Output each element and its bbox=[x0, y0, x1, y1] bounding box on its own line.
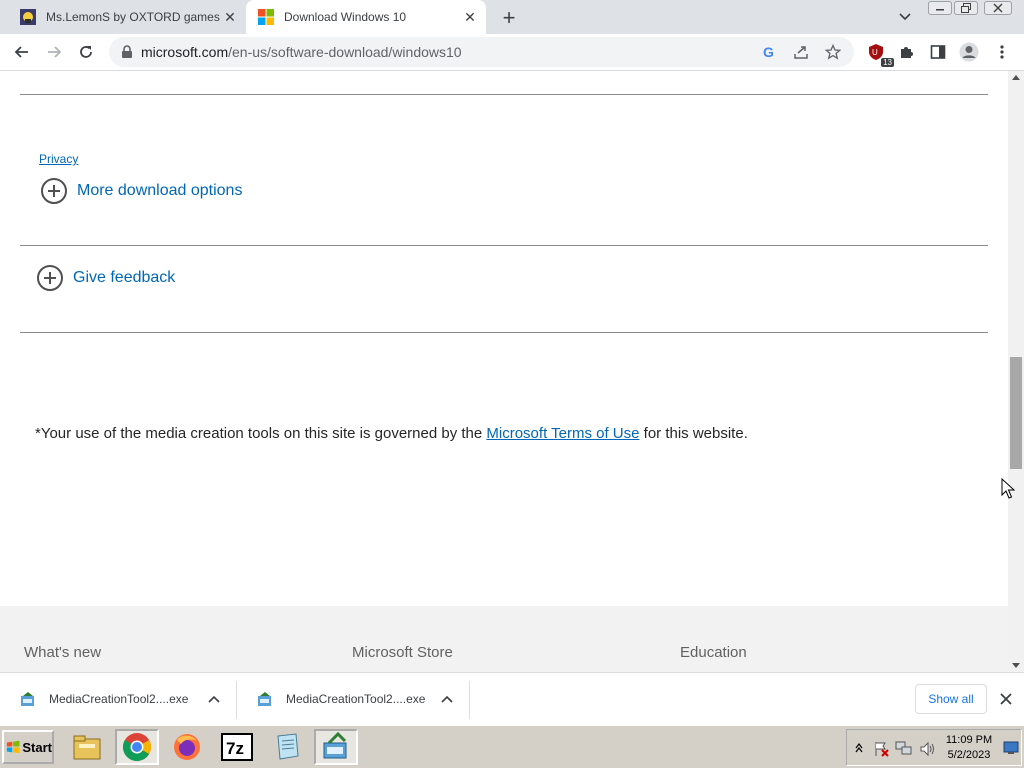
system-tray: 11:09 PM 5/2/2023 bbox=[846, 729, 1022, 766]
divider bbox=[20, 245, 988, 246]
tab-title: Ms.LemonS by OXTORD games bbox=[46, 10, 220, 24]
share-icon[interactable] bbox=[793, 44, 809, 60]
extension-badge: 13 bbox=[881, 58, 894, 67]
download-bar: MediaCreationTool2....exe MediaCreationT… bbox=[0, 672, 1024, 725]
more-download-options-expander[interactable]: More download options bbox=[41, 178, 242, 204]
download-item[interactable]: MediaCreationTool2....exe bbox=[237, 673, 469, 725]
network-icon[interactable] bbox=[895, 741, 913, 757]
download-filename: MediaCreationTool2....exe bbox=[286, 692, 426, 706]
give-feedback-label[interactable]: Give feedback bbox=[73, 269, 175, 287]
browser-toolbar: microsoft.com/en-us/software-download/wi… bbox=[0, 34, 1024, 71]
scroll-down-arrow-icon[interactable] bbox=[1012, 663, 1020, 668]
scroll-thumb[interactable] bbox=[1010, 357, 1022, 469]
svg-text:U: U bbox=[872, 48, 878, 57]
download-item[interactable]: MediaCreationTool2....exe bbox=[0, 673, 236, 725]
url-path: /en-us/software-download/windows10 bbox=[228, 44, 462, 60]
7zip-icon[interactable]: 7z bbox=[215, 729, 259, 765]
address-url: microsoft.com/en-us/software-download/wi… bbox=[141, 37, 462, 67]
site-footer: What's new Microsoft Store Education bbox=[0, 606, 1008, 672]
tab-ms-lemons[interactable]: Ms.LemonS by OXTORD games ✕ bbox=[8, 0, 246, 34]
terms-notice: *Your use of the media creation tools on… bbox=[35, 425, 748, 442]
microsoft-logo-icon bbox=[258, 9, 274, 25]
address-bar[interactable]: microsoft.com/en-us/software-download/wi… bbox=[109, 37, 854, 67]
mouse-pointer-icon bbox=[1001, 478, 1015, 499]
profile-avatar-icon[interactable] bbox=[957, 40, 981, 64]
divider bbox=[20, 94, 988, 95]
page-content: Privacy More download options Give feedb… bbox=[0, 71, 1008, 672]
restore-window-button[interactable] bbox=[954, 1, 978, 15]
url-domain: microsoft.com bbox=[141, 44, 229, 60]
start-label: Start bbox=[22, 739, 52, 755]
file-manager-icon[interactable] bbox=[65, 729, 109, 765]
close-download-bar-icon[interactable] bbox=[996, 689, 1016, 709]
new-tab-button[interactable]: + bbox=[496, 5, 522, 31]
page-scrollbar[interactable] bbox=[1008, 71, 1024, 672]
forward-arrow-icon[interactable] bbox=[42, 40, 66, 64]
google-lens-icon[interactable]: G bbox=[761, 44, 777, 60]
minimize-window-button[interactable] bbox=[928, 1, 952, 15]
plus-circle-icon[interactable] bbox=[37, 265, 63, 291]
tab-search-chevron-icon[interactable] bbox=[894, 6, 916, 28]
more-menu-icon[interactable] bbox=[990, 40, 1014, 64]
tab-download-windows-10[interactable]: Download Windows 10 ✕ bbox=[246, 0, 486, 34]
clock-time: 11:09 PM bbox=[945, 734, 993, 746]
footer-heading-education: Education bbox=[680, 644, 747, 661]
bookmark-star-icon[interactable] bbox=[825, 44, 841, 60]
tray-expand-chevron-icon[interactable] bbox=[855, 742, 863, 754]
chevron-up-icon[interactable] bbox=[206, 691, 222, 707]
clock-date: 5/2/2023 bbox=[947, 749, 991, 761]
volume-icon[interactable] bbox=[919, 741, 937, 757]
footer-heading-whats-new: What's new bbox=[24, 644, 102, 661]
back-arrow-icon[interactable] bbox=[10, 40, 34, 64]
side-panel-icon[interactable] bbox=[926, 40, 950, 64]
tab-title: Download Windows 10 bbox=[284, 10, 407, 24]
windows-flag-icon bbox=[6, 740, 20, 754]
tab-strip: Ms.LemonS by OXTORD games ✕ Download Win… bbox=[0, 0, 1024, 34]
lock-icon[interactable] bbox=[121, 45, 133, 59]
extension-shield-icon[interactable]: U 13 bbox=[864, 40, 894, 67]
svg-text:G: G bbox=[763, 44, 774, 60]
windows-taskbar: Start 7z 11:09 PM 5/2/2023 bbox=[0, 725, 1024, 768]
chrome-icon[interactable] bbox=[115, 729, 159, 765]
download-separator bbox=[469, 681, 470, 719]
footer-heading-microsoft-store: Microsoft Store bbox=[352, 644, 453, 661]
show-all-downloads-button[interactable]: Show all bbox=[915, 684, 987, 714]
close-window-button[interactable] bbox=[984, 1, 1012, 15]
action-center-flag-icon[interactable] bbox=[873, 741, 889, 757]
firefox-icon[interactable] bbox=[165, 729, 209, 765]
game-favicon-icon bbox=[20, 9, 36, 25]
plus-circle-icon[interactable] bbox=[41, 178, 67, 204]
show-desktop-icon[interactable] bbox=[1003, 740, 1019, 756]
close-tab-icon[interactable]: ✕ bbox=[220, 7, 240, 27]
more-download-options-label[interactable]: More download options bbox=[77, 182, 242, 200]
close-tab-icon[interactable]: ✕ bbox=[460, 7, 480, 27]
media-creation-tool-icon[interactable] bbox=[314, 729, 358, 765]
svg-text:7z: 7z bbox=[226, 739, 244, 758]
installer-file-icon bbox=[21, 692, 34, 706]
download-filename: MediaCreationTool2....exe bbox=[49, 692, 189, 706]
installer-file-icon bbox=[258, 692, 271, 706]
clock[interactable]: 11:09 PM 5/2/2023 bbox=[939, 733, 999, 763]
divider bbox=[20, 332, 988, 333]
give-feedback-expander[interactable]: Give feedback bbox=[37, 265, 175, 291]
start-button[interactable]: Start bbox=[2, 730, 54, 764]
scroll-up-arrow-icon[interactable] bbox=[1012, 75, 1020, 80]
screen: Ms.LemonS by OXTORD games ✕ Download Win… bbox=[0, 0, 1024, 768]
privacy-link[interactable]: Privacy bbox=[39, 152, 78, 166]
chevron-up-icon[interactable] bbox=[439, 691, 455, 707]
microsoft-terms-of-use-link[interactable]: Microsoft Terms of Use bbox=[486, 425, 639, 442]
extensions-puzzle-icon[interactable] bbox=[894, 40, 918, 64]
reload-icon[interactable] bbox=[74, 40, 98, 64]
terms-prefix: *Your use of the media creation tools on… bbox=[35, 425, 487, 442]
notepad-icon[interactable] bbox=[265, 729, 309, 765]
terms-suffix: for this website. bbox=[639, 425, 748, 442]
